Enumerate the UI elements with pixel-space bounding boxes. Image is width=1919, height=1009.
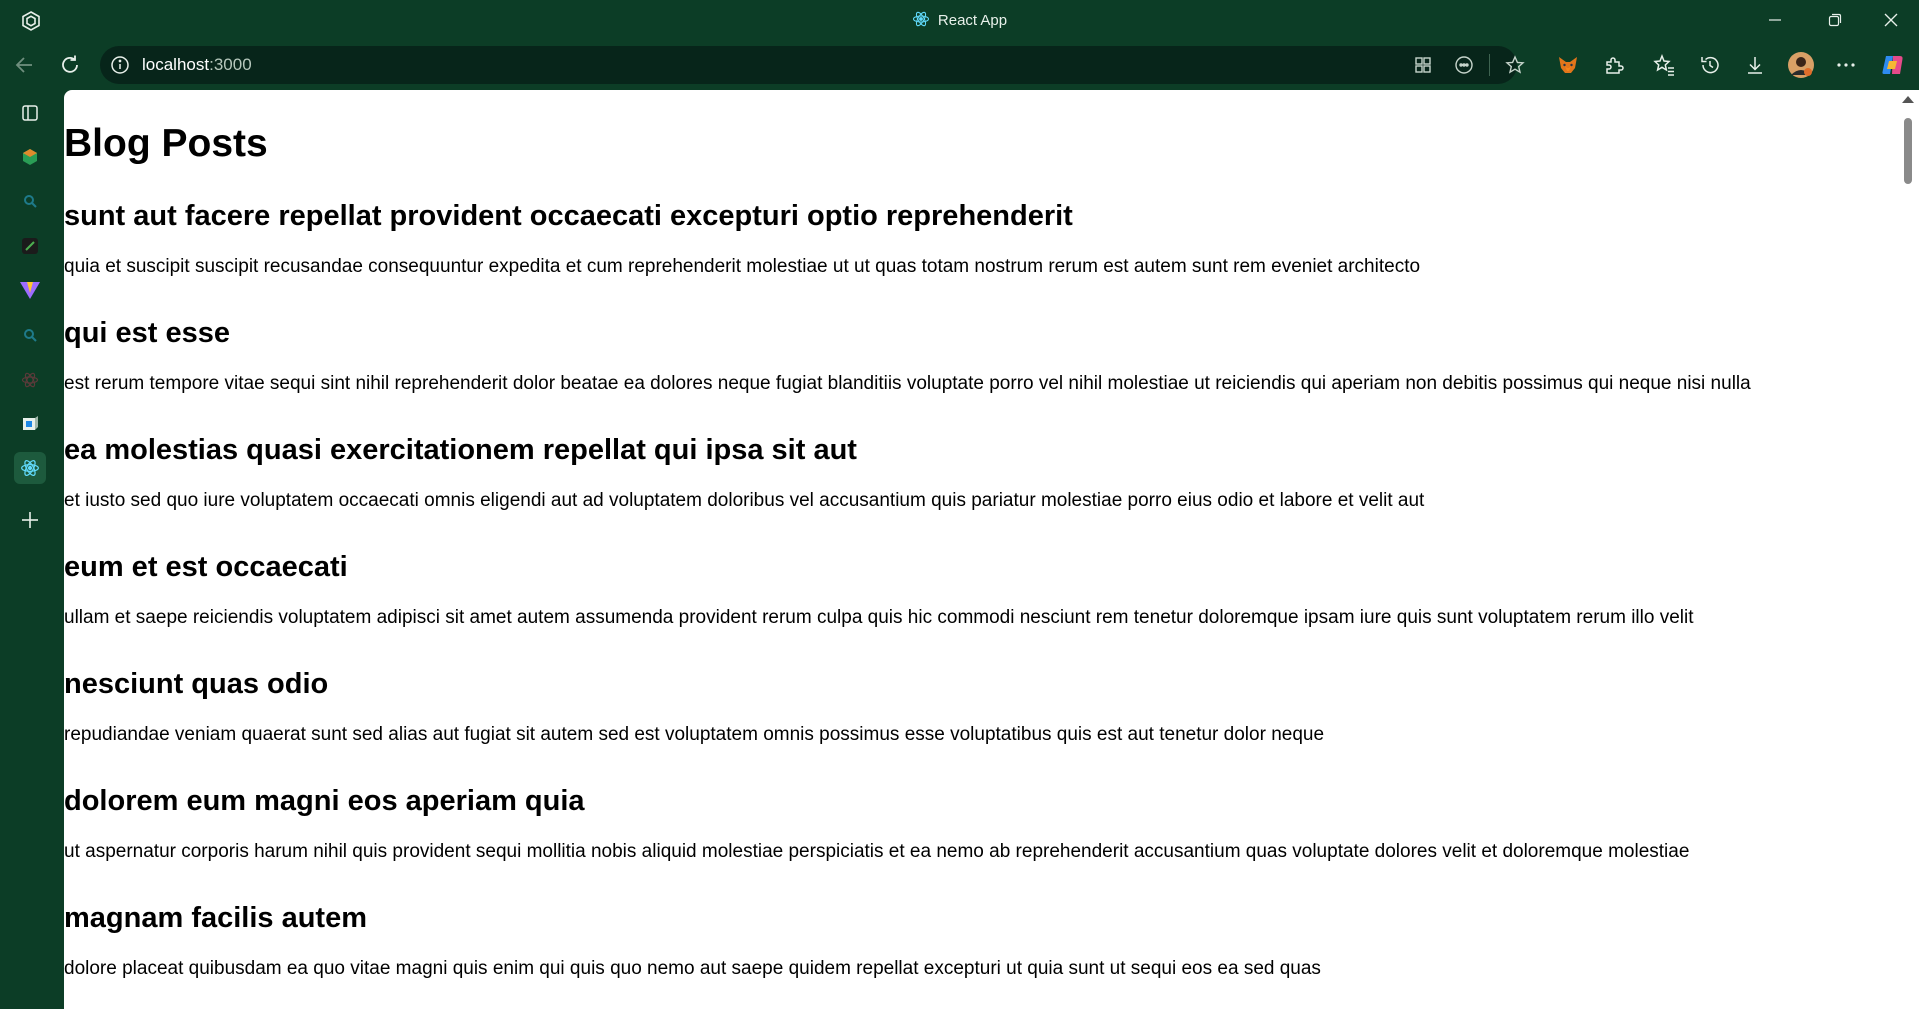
post-body: quia et suscipit suscipit recusandae con… (64, 256, 1421, 277)
restore-icon[interactable] (1812, 0, 1858, 40)
vertical-scrollbar[interactable] (1897, 90, 1919, 1009)
post-body: ullam et saepe reiciendis voluptatem adi… (64, 607, 1694, 628)
post-item: dolorem eum magni eos aperiam quia ut as… (64, 783, 1897, 864)
post-item: eum et est occaecati ullam et saepe reic… (64, 549, 1897, 630)
post-body: repudiandae veniam quaerat sunt sed alia… (64, 724, 1325, 745)
read-aloud-icon[interactable] (1451, 52, 1477, 78)
title-bar: React App (0, 0, 1919, 40)
favorites-icon[interactable] (1647, 48, 1681, 82)
scroll-up-arrow-icon[interactable] (1902, 96, 1914, 103)
vite-app-icon[interactable] (14, 274, 46, 306)
page-title: Blog Posts (64, 122, 268, 165)
close-icon[interactable] (1868, 0, 1914, 40)
react-app-dim-icon[interactable] (14, 364, 46, 396)
tab-actions-icon[interactable] (14, 97, 46, 129)
post-body: et iusto sed quo iure voluptatem occaeca… (64, 490, 1425, 511)
post-title: nesciunt quas odio (64, 668, 329, 700)
post-title: qui est esse (64, 317, 231, 349)
site-info-icon[interactable] (110, 55, 130, 79)
page-viewport[interactable]: Blog Posts sunt aut facere repellat prov… (64, 90, 1919, 1009)
extensions-icon[interactable] (1597, 48, 1631, 82)
sidebar-app-2-icon[interactable] (14, 230, 46, 262)
post-body: dolore placeat quibusdam ea quo vitae ma… (64, 958, 1321, 979)
post-body: est rerum tempore vitae sequi sint nihil… (64, 373, 1751, 394)
browser-toolbar: localhost:3000 (0, 40, 1919, 90)
tab-title-text: React App (937, 12, 1008, 29)
window-title: React App (0, 10, 1919, 32)
post-title: sunt aut facere repellat provident occae… (64, 200, 1073, 232)
more-menu-icon[interactable] (1829, 48, 1863, 82)
address-separator (1489, 54, 1490, 76)
post-item: sunt aut facere repellat provident occae… (64, 198, 1897, 279)
metamask-extension-icon[interactable] (1551, 48, 1585, 82)
search-app-2-icon[interactable] (14, 319, 46, 351)
react-favicon-icon (912, 10, 930, 32)
history-icon[interactable] (1693, 48, 1727, 82)
react-app-active-icon[interactable] (14, 452, 46, 484)
downloads-icon[interactable] (1738, 48, 1772, 82)
favorite-star-icon[interactable] (1502, 52, 1528, 78)
post-body: ut aspernatur corporis harum nihil quis … (64, 841, 1690, 862)
minimize-icon[interactable] (1752, 0, 1798, 40)
post-title: dolorem eum magni eos aperiam quia (64, 785, 585, 817)
search-app-icon[interactable] (14, 185, 46, 217)
post-item: nesciunt quas odio repudiandae veniam qu… (64, 666, 1897, 747)
back-icon[interactable] (7, 48, 41, 82)
url-port: :3000 (209, 55, 252, 74)
app-available-icon[interactable] (1410, 52, 1436, 78)
refresh-icon[interactable] (53, 48, 87, 82)
url-text[interactable]: localhost:3000 (142, 55, 252, 75)
post-item: ea molestias quasi exercitationem repell… (64, 432, 1897, 513)
post-item: magnam facilis autem dolore placeat quib… (64, 900, 1897, 981)
post-title: ea molestias quasi exercitationem repell… (64, 434, 857, 466)
edge-sidebar (0, 90, 64, 1009)
sidebar-app-3-icon[interactable] (14, 408, 46, 440)
scroll-thumb[interactable] (1904, 118, 1912, 184)
copilot-icon[interactable] (1876, 48, 1910, 82)
sidebar-app-1-icon[interactable] (14, 141, 46, 173)
post-title: magnam facilis autem (64, 902, 367, 934)
post-item: qui est esse est rerum tempore vitae seq… (64, 315, 1897, 396)
url-host: localhost (142, 55, 210, 74)
add-sidebar-app-icon[interactable] (14, 504, 46, 536)
profile-avatar[interactable] (1784, 48, 1818, 82)
post-title: eum et est occaecati (64, 551, 348, 583)
address-bar[interactable]: localhost:3000 (100, 46, 1525, 84)
